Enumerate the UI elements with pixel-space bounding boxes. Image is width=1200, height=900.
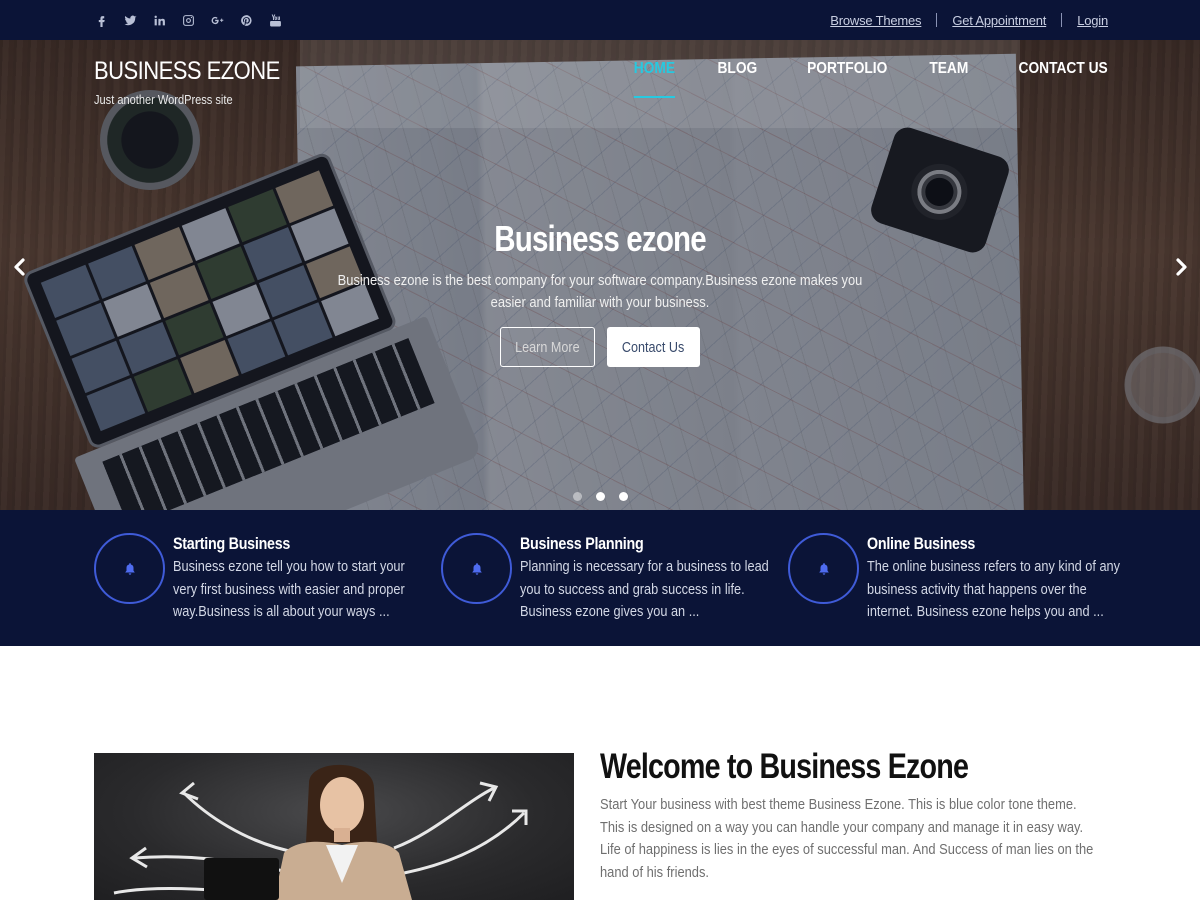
- site-tagline: Just another WordPress site: [94, 92, 233, 107]
- site-title[interactable]: BUSINESS EZONE: [94, 57, 280, 86]
- welcome-text: Start Your business with best theme Busi…: [600, 794, 1093, 884]
- youtube-icon[interactable]: [266, 11, 284, 29]
- get-appointment-link[interactable]: Get Appointment: [952, 13, 1046, 28]
- feature-icon-ring: [441, 533, 512, 604]
- bell-icon: [124, 562, 135, 575]
- feature-description: Planning is necessary for a business to …: [520, 558, 769, 620]
- linkedin-icon[interactable]: [150, 11, 168, 29]
- feature-title[interactable]: Online Business: [867, 534, 975, 554]
- nav-item-blog[interactable]: BLOG: [718, 60, 758, 102]
- top-links: Browse Themes Get Appointment Login: [830, 0, 1108, 40]
- nav-item-team[interactable]: TEAM: [929, 60, 968, 102]
- nav-item-portfolio[interactable]: PORTFOLIO: [807, 60, 887, 102]
- slider-prev-arrow-icon[interactable]: [9, 256, 31, 278]
- feature-description: The online business refers to any kind o…: [867, 558, 1121, 620]
- feature-business-planning: Business Planning Planning is necessary …: [441, 532, 771, 632]
- social-links: [92, 0, 284, 40]
- feature-text: Business ezone tell you how to start you…: [173, 556, 405, 624]
- hero-title: Business ezone: [494, 218, 706, 259]
- site-brand[interactable]: BUSINESS EZONE Just another WordPress si…: [94, 57, 305, 107]
- instagram-icon[interactable]: [179, 11, 197, 29]
- welcome-description: Start Your business with best theme Busi…: [600, 796, 1094, 881]
- bell-icon: [818, 562, 829, 575]
- hero-content: Business ezone Business ezone is the bes…: [0, 218, 1200, 314]
- feature-title[interactable]: Business Planning: [520, 534, 644, 554]
- feature-icon-ring: [94, 533, 165, 604]
- slider-next-arrow-icon[interactable]: [1170, 256, 1192, 278]
- google-plus-icon[interactable]: [208, 11, 226, 29]
- browse-themes-link[interactable]: Browse Themes: [830, 13, 921, 28]
- facebook-icon[interactable]: [92, 11, 110, 29]
- contact-us-button[interactable]: Contact Us: [607, 327, 700, 367]
- feature-starting-business: Starting Business Business ezone tell yo…: [94, 532, 424, 632]
- learn-more-button[interactable]: Learn More: [500, 327, 595, 367]
- slider-dot-active[interactable]: [595, 492, 605, 501]
- nav-item-home[interactable]: HOME: [634, 60, 676, 102]
- slider-dot[interactable]: [618, 492, 628, 501]
- pinterest-icon[interactable]: [237, 11, 255, 29]
- feature-title[interactable]: Starting Business: [173, 534, 290, 554]
- welcome-title: Welcome to Business Ezone: [600, 747, 969, 786]
- feature-online-business: Online Business The online business refe…: [788, 532, 1120, 632]
- businesswoman-illustration: [113, 764, 528, 900]
- contact-us-label: Contact Us: [622, 338, 685, 356]
- nav-item-contact-us[interactable]: CONTACT US: [1019, 60, 1108, 102]
- learn-more-label: Learn More: [515, 338, 580, 356]
- welcome-image: [94, 753, 574, 900]
- feature-icon-ring: [788, 533, 859, 604]
- divider: [1061, 13, 1063, 27]
- hero-description: Business ezone is the best company for y…: [337, 272, 863, 311]
- feature-description: Business ezone tell you how to start you…: [173, 558, 405, 620]
- main-nav: HOME BLOG PORTFOLIO TEAM CONTACT US: [591, 60, 1108, 102]
- feature-text: Planning is necessary for a business to …: [520, 556, 769, 624]
- hero-buttons: Learn More Contact Us: [0, 327, 1200, 367]
- bell-icon: [471, 562, 482, 575]
- login-link[interactable]: Login: [1077, 13, 1108, 28]
- slider-dots: [0, 492, 1200, 501]
- feature-text: The online business refers to any kind o…: [867, 556, 1120, 624]
- slider-dot[interactable]: [572, 492, 582, 501]
- top-bar: Browse Themes Get Appointment Login: [0, 0, 1200, 40]
- divider: [936, 13, 938, 27]
- features-section: Starting Business Business ezone tell yo…: [0, 510, 1200, 646]
- twitter-icon[interactable]: [121, 11, 139, 29]
